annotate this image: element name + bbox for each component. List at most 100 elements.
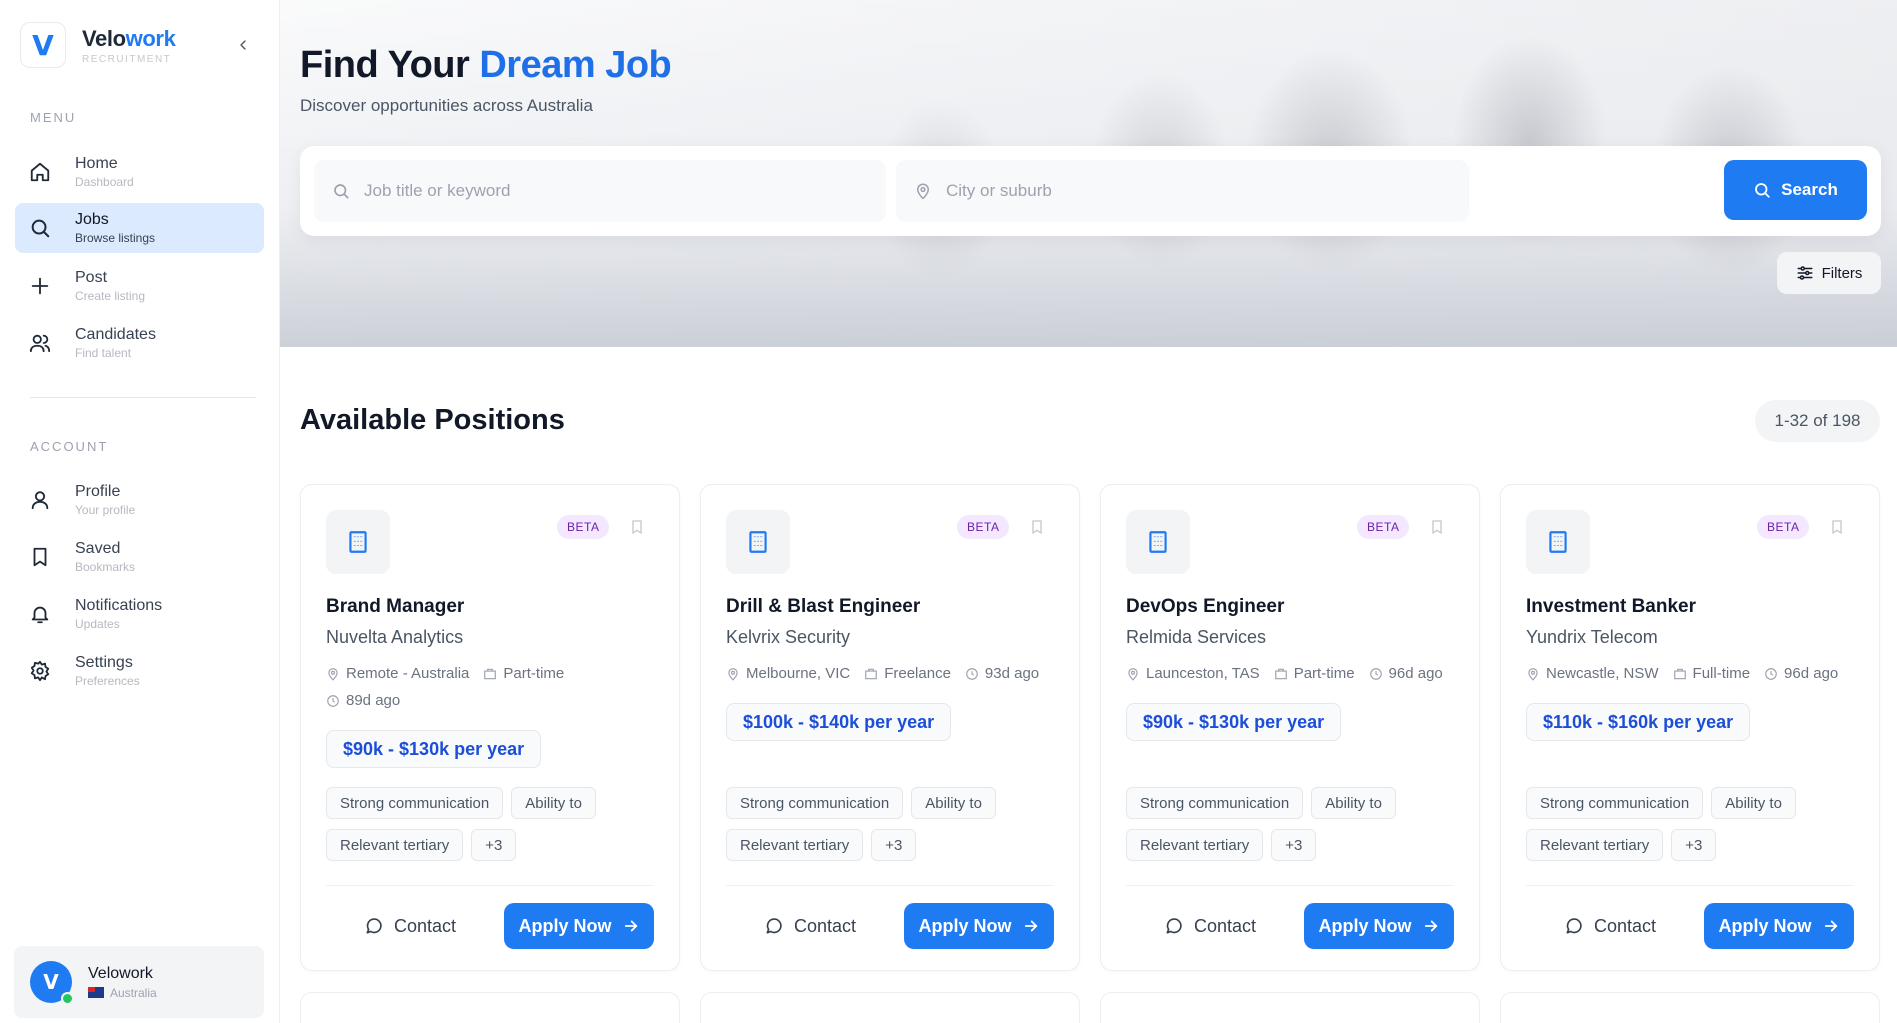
brand-name-part1: Velo bbox=[82, 25, 126, 51]
more-tags-badge[interactable]: +3 bbox=[1271, 829, 1317, 861]
search-icon bbox=[332, 182, 350, 200]
company-name: Yundrix Telecom bbox=[1526, 627, 1658, 647]
location-input[interactable]: City or suburb bbox=[896, 160, 1469, 222]
company-logo bbox=[726, 510, 790, 574]
skill-tag: Relevant tertiary bbox=[1126, 829, 1264, 861]
sidebar-item-label: Saved bbox=[75, 540, 121, 557]
job-type-text: Part-time bbox=[503, 665, 565, 682]
contact-button[interactable]: Contact bbox=[1126, 903, 1294, 949]
job-posted-text: 93d ago bbox=[984, 665, 1040, 682]
job-title[interactable]: DevOps Engineer bbox=[1126, 596, 1284, 618]
filter-icon bbox=[1796, 264, 1814, 282]
contact-button-label: Contact bbox=[1593, 915, 1657, 936]
building-icon bbox=[1149, 531, 1167, 553]
more-tags-badge[interactable]: +3 bbox=[471, 829, 517, 861]
apply-button-label: Apply Now bbox=[918, 915, 1012, 936]
skill-tags: Strong communication Ability to Relevant … bbox=[726, 787, 1066, 871]
search-icon bbox=[15, 217, 65, 239]
apply-now-button[interactable]: Apply Now bbox=[1704, 903, 1854, 949]
sidebar-item-post[interactable]: Post Create listing bbox=[15, 261, 264, 311]
more-tags-badge[interactable]: +3 bbox=[871, 829, 917, 861]
clock-icon bbox=[326, 694, 340, 708]
job-title[interactable]: Investment Banker bbox=[1526, 596, 1696, 618]
bookmark-icon[interactable] bbox=[1029, 518, 1045, 536]
account-section-label: ACCOUNT bbox=[30, 439, 109, 454]
sidebar-item-home[interactable]: Home Dashboard bbox=[15, 147, 264, 197]
job-card[interactable]: BETA Drill & Blast Engineer Kelvrix Secu… bbox=[700, 484, 1080, 971]
sidebar-item-desc: Find talent bbox=[75, 346, 132, 360]
job-card-partial[interactable] bbox=[1500, 992, 1880, 1023]
apply-now-button[interactable]: Apply Now bbox=[504, 903, 654, 949]
sidebar-item-jobs[interactable]: Jobs Browse listings bbox=[15, 203, 264, 253]
filters-button[interactable]: Filters bbox=[1777, 252, 1881, 294]
skill-tag: Relevant tertiary bbox=[326, 829, 464, 861]
job-title[interactable]: Drill & Blast Engineer bbox=[726, 596, 920, 618]
search-icon bbox=[1753, 181, 1771, 199]
apply-now-button[interactable]: Apply Now bbox=[1304, 903, 1454, 949]
chevron-left-icon bbox=[240, 40, 246, 50]
arrow-right-icon bbox=[1422, 917, 1440, 935]
job-meta: Remote - Australia Part-time 89d ago bbox=[326, 665, 666, 709]
sidebar-item-notifications[interactable]: Notifications Updates bbox=[15, 589, 264, 639]
card-divider bbox=[1126, 885, 1454, 886]
keyword-input[interactable]: Job title or keyword bbox=[314, 160, 886, 222]
collapse-sidebar-button[interactable] bbox=[232, 34, 254, 56]
skill-tag: Strong communication bbox=[1526, 787, 1704, 819]
avatar-logo-icon: V bbox=[43, 970, 59, 994]
online-status-dot bbox=[61, 992, 74, 1005]
building-icon bbox=[749, 531, 767, 553]
users-icon bbox=[15, 332, 65, 354]
search-button[interactable]: Search bbox=[1724, 160, 1867, 220]
job-location-text: Newcastle, NSW bbox=[1546, 665, 1659, 682]
job-type-text: Part-time bbox=[1293, 665, 1355, 682]
job-posted: 96d ago bbox=[1369, 665, 1443, 682]
skill-tag: Ability to bbox=[1711, 787, 1796, 819]
job-card-partial[interactable] bbox=[300, 992, 680, 1023]
more-tags-badge[interactable]: +3 bbox=[1671, 829, 1717, 861]
building-icon bbox=[349, 531, 367, 553]
skill-tag: Relevant tertiary bbox=[726, 829, 864, 861]
message-icon bbox=[1164, 916, 1184, 936]
company-name: Relmida Services bbox=[1126, 627, 1267, 647]
job-card[interactable]: BETA Brand Manager Nuvelta Analytics Rem… bbox=[300, 484, 680, 971]
job-type: Part-time bbox=[1274, 665, 1355, 682]
sidebar-item-candidates[interactable]: Candidates Find talent bbox=[15, 318, 264, 368]
section-title: Available Positions bbox=[300, 404, 565, 436]
job-card[interactable]: BETA DevOps Engineer Relmida Services La… bbox=[1100, 484, 1480, 971]
salary-badge: $90k - $130k per year bbox=[1126, 703, 1342, 741]
contact-button[interactable]: Contact bbox=[726, 903, 894, 949]
brand[interactable]: V Velowork RECRUITMENT bbox=[20, 22, 176, 68]
job-card-partial[interactable] bbox=[700, 992, 1080, 1023]
sidebar-item-profile[interactable]: Profile Your profile bbox=[15, 475, 264, 525]
contact-button[interactable]: Contact bbox=[1526, 903, 1694, 949]
job-title[interactable]: Brand Manager bbox=[326, 596, 464, 618]
job-card[interactable]: BETA Investment Banker Yundrix Telecom N… bbox=[1500, 484, 1880, 971]
contact-button-label: Contact bbox=[393, 915, 457, 936]
location-placeholder: City or suburb bbox=[946, 181, 1052, 200]
job-posted: 89d ago bbox=[326, 692, 400, 709]
apply-button-label: Apply Now bbox=[518, 915, 612, 936]
sidebar-item-saved[interactable]: Saved Bookmarks bbox=[15, 532, 264, 582]
australia-flag-icon bbox=[88, 987, 104, 998]
contact-button[interactable]: Contact bbox=[326, 903, 494, 949]
sidebar-item-settings[interactable]: Settings Preferences bbox=[15, 646, 264, 696]
bookmark-icon[interactable] bbox=[629, 518, 645, 536]
job-posted-text: 96d ago bbox=[1388, 665, 1443, 682]
job-posted-text: 89d ago bbox=[346, 692, 401, 709]
bookmark-icon[interactable] bbox=[1429, 518, 1445, 536]
map-pin-icon bbox=[914, 182, 932, 200]
message-icon bbox=[1564, 916, 1584, 936]
sidebar-item-desc: Browse listings bbox=[75, 231, 156, 245]
job-card-partial[interactable] bbox=[1100, 992, 1480, 1023]
gear-icon bbox=[15, 660, 65, 682]
company-name: Nuvelta Analytics bbox=[326, 627, 464, 647]
page-title: Find Your Dream Job bbox=[300, 44, 672, 87]
apply-now-button[interactable]: Apply Now bbox=[904, 903, 1054, 949]
bookmark-icon[interactable] bbox=[1829, 518, 1845, 536]
skill-tags: Strong communication Ability to Relevant … bbox=[1126, 787, 1466, 871]
card-divider bbox=[1526, 885, 1854, 886]
sidebar-item-desc: Preferences bbox=[75, 674, 140, 688]
user-card[interactable]: V Velowork Australia bbox=[14, 946, 264, 1018]
page-title-accent: Dream Job bbox=[479, 44, 672, 86]
page-subtitle: Discover opportunities across Australia bbox=[300, 96, 593, 115]
